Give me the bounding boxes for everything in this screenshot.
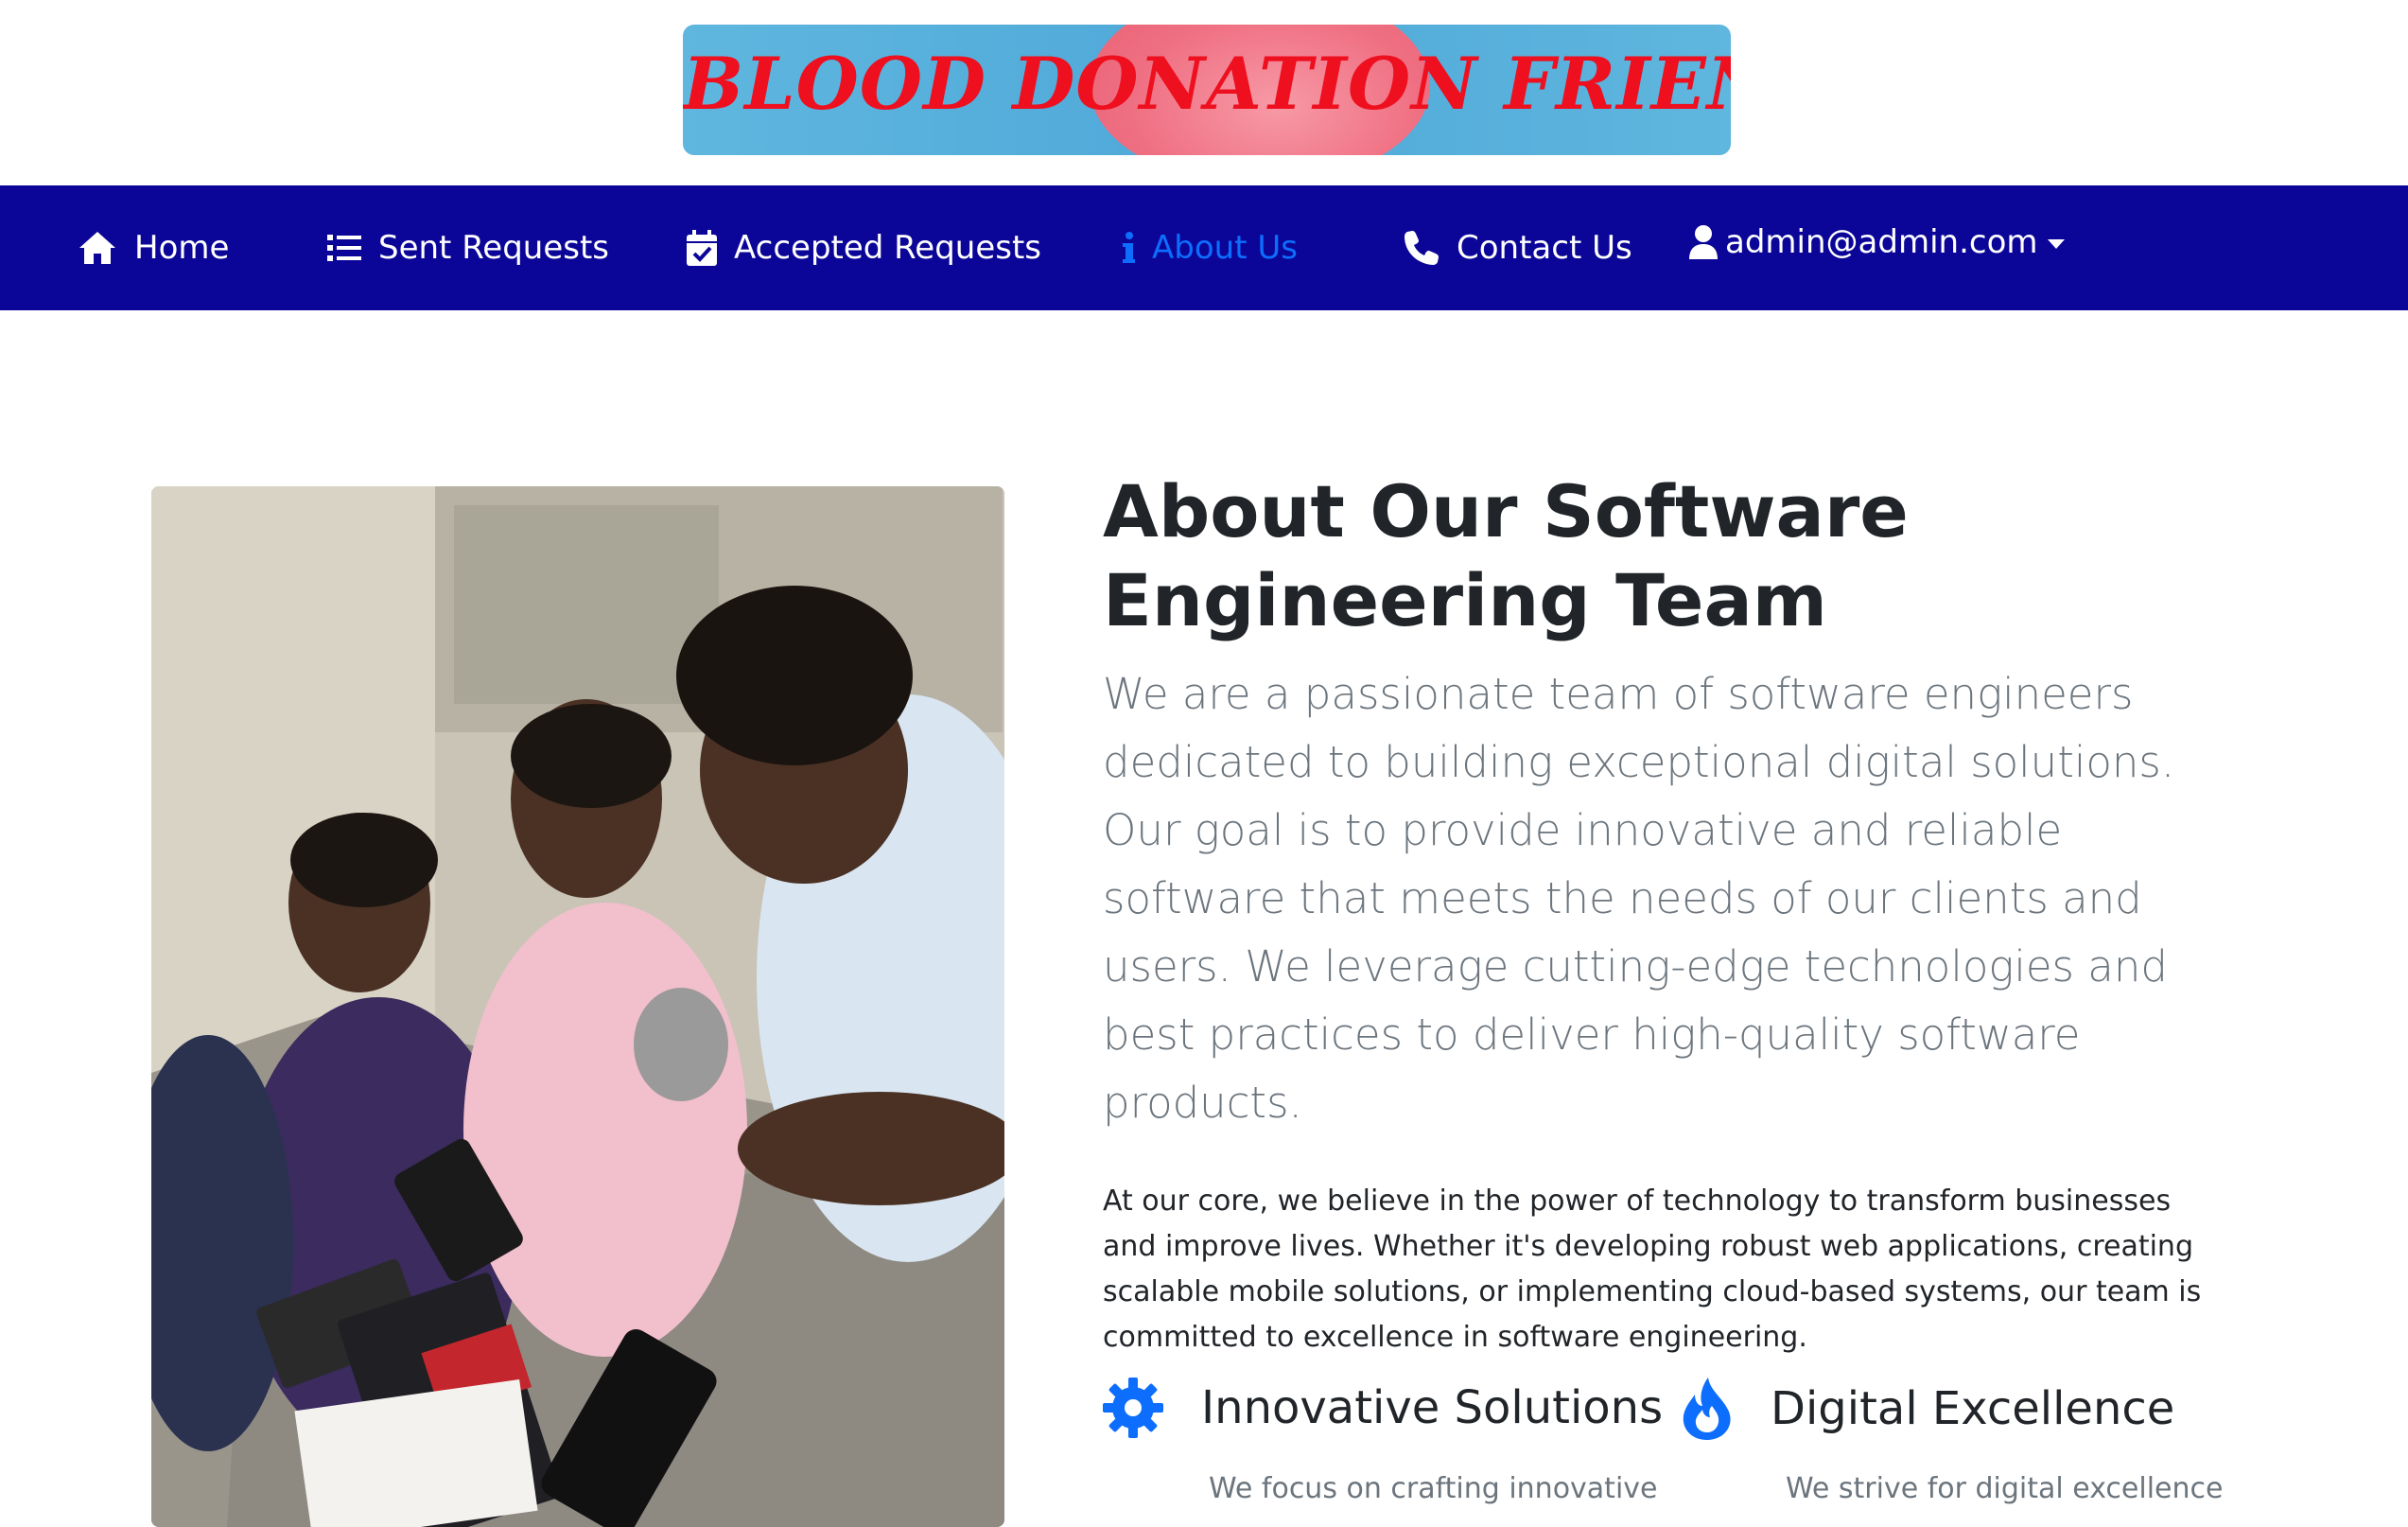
about-body: At our core, we believe in the power of …	[1103, 1185, 2202, 1354]
team-photo	[151, 486, 1004, 1527]
site-logo[interactable]: BLOOD DONATION FRIEND	[683, 25, 1731, 155]
feature-digital-excellence: Digital Excellence	[1682, 1378, 2174, 1440]
fire-icon	[1683, 1378, 1731, 1440]
page-title: About Our Software Engineering Team	[1103, 469, 1909, 642]
nav-contact-us-label: Contact Us	[1457, 229, 1632, 267]
user-dropdown[interactable]: admin@admin.com	[1689, 185, 2065, 299]
feature-title: Digital Excellence	[1771, 1382, 2175, 1435]
team-photo-illustration	[151, 486, 1004, 1527]
nav-sent-requests-label: Sent Requests	[378, 229, 610, 267]
feature-description: We focus on crafting innovative	[1209, 1472, 1658, 1505]
about-content: About Our Software Engineering Team We a…	[1103, 467, 2238, 1360]
user-email: admin@admin.com	[1725, 223, 2038, 261]
info-icon	[1123, 232, 1135, 263]
feature-title: Innovative Solutions	[1201, 1381, 1664, 1434]
phone-icon	[1405, 231, 1439, 265]
nav-contact-us[interactable]: Contact Us	[1404, 185, 1632, 310]
feature-description: We strive for digital excellence	[1786, 1472, 2224, 1505]
feature-innovative-solutions: Innovative Solutions	[1103, 1378, 1663, 1438]
nav-about-us-label: About Us	[1152, 229, 1298, 267]
nav-home-label: Home	[134, 229, 230, 267]
logo-text: BLOOD DONATION FRIEND	[683, 42, 1731, 126]
nav-accepted-requests[interactable]: Accepted Requests	[687, 185, 1041, 310]
list-icon	[327, 235, 361, 261]
user-icon	[1689, 225, 1718, 259]
home-icon	[79, 232, 115, 264]
chevron-down-icon	[2047, 239, 2065, 249]
nav-home[interactable]: Home	[78, 185, 229, 310]
nav-about-us[interactable]: About Us	[1122, 185, 1298, 310]
main-navbar: Home Sent Requests Accepted Requests Abo…	[0, 185, 2408, 310]
calendar-check-icon	[687, 230, 717, 266]
gear-icon	[1103, 1378, 1163, 1438]
nav-sent-requests[interactable]: Sent Requests	[327, 185, 609, 310]
nav-accepted-requests-label: Accepted Requests	[734, 229, 1042, 267]
about-lead: We are a passionate team of software eng…	[1103, 669, 2175, 1128]
